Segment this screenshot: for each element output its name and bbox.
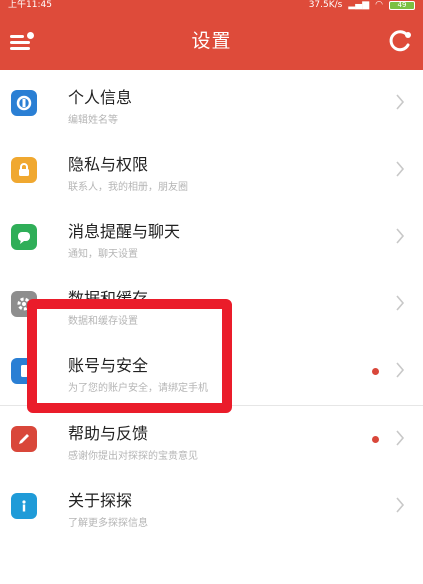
settings-item-subtitle: 联系人，我的相册，朋友圈	[68, 182, 188, 193]
settings-item-help-feedback[interactable]: 帮助与反馈 感谢你提出对探探的宝贵意见	[0, 406, 423, 473]
settings-item-title: 关于探探	[68, 491, 133, 510]
settings-item-subtitle: 了解更多探探信息	[68, 518, 148, 529]
notification-dot	[372, 436, 379, 443]
chevron-right-icon	[396, 94, 405, 110]
chevron-right-icon	[396, 430, 405, 446]
settings-item-title: 帮助与反馈	[68, 424, 149, 443]
status-bar: 上午11:45 37.5K/s ▂▄▆ ◠ 49	[0, 0, 423, 12]
settings-item-subtitle: 通知，聊天设置	[68, 249, 138, 260]
chevron-right-icon	[396, 362, 405, 378]
settings-item-subtitle: 感谢你提出对探探的宝贵意见	[68, 451, 198, 462]
notification-dot	[372, 368, 379, 375]
settings-item-title: 个人信息	[68, 88, 133, 107]
settings-item-subtitle: 编辑姓名等	[68, 115, 118, 126]
signal-icon: ▂▄▆	[348, 0, 370, 10]
wifi-icon: ◠	[375, 0, 383, 10]
settings-item-notifications[interactable]: 消息提醒与聊天 通知，聊天设置	[0, 204, 423, 271]
app-header: 设置	[0, 12, 423, 70]
lock-icon	[11, 157, 37, 183]
settings-item-privacy[interactable]: 隐私与权限 联系人，我的相册，朋友圈	[0, 137, 423, 204]
battery-icon: 49	[389, 0, 415, 10]
refresh-icon[interactable]	[387, 29, 413, 53]
chevron-right-icon	[396, 161, 405, 177]
chevron-right-icon	[396, 228, 405, 244]
chat-icon	[11, 224, 37, 250]
page-title: 设置	[191, 30, 232, 52]
settings-item-about[interactable]: 关于探探 了解更多探探信息	[0, 473, 423, 540]
person-icon	[11, 90, 37, 116]
settings-item-title: 消息提醒与聊天	[68, 222, 181, 241]
status-time: 上午11:45	[8, 0, 52, 10]
settings-item-title: 隐私与权限	[68, 155, 149, 174]
pencil-icon	[11, 426, 37, 452]
info-icon	[11, 493, 37, 519]
settings-item-profile[interactable]: 个人信息 编辑姓名等	[0, 70, 423, 137]
chevron-right-icon	[396, 497, 405, 513]
network-speed: 37.5K/s	[308, 0, 343, 10]
highlight-annotation-box	[27, 299, 232, 413]
chevron-right-icon	[396, 295, 405, 311]
